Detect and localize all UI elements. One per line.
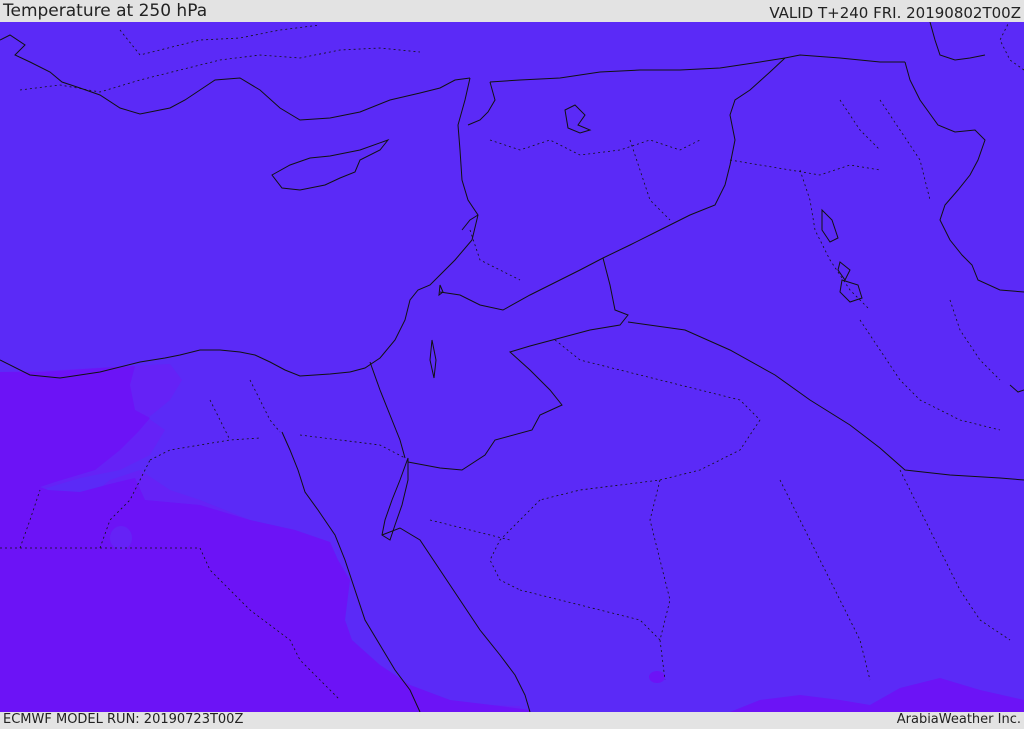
model-run: ECMWF MODEL RUN: 20190723T00Z [3, 712, 244, 727]
warm-pocket-east [649, 671, 665, 683]
header-bar: Temperature at 250 hPa VALID T+240 FRI. … [0, 0, 1024, 22]
valid-time: VALID T+240 FRI. 20190802T00Z [769, 4, 1021, 22]
warm-pocket [110, 526, 132, 550]
map-panel[interactable] [0, 22, 1024, 712]
weather-map[interactable] [0, 22, 1024, 712]
credit-label: ArabiaWeather Inc. [896, 712, 1021, 727]
map-title: Temperature at 250 hPa [3, 1, 208, 21]
footer-bar: ECMWF MODEL RUN: 20190723T00Z ArabiaWeat… [0, 712, 1024, 729]
